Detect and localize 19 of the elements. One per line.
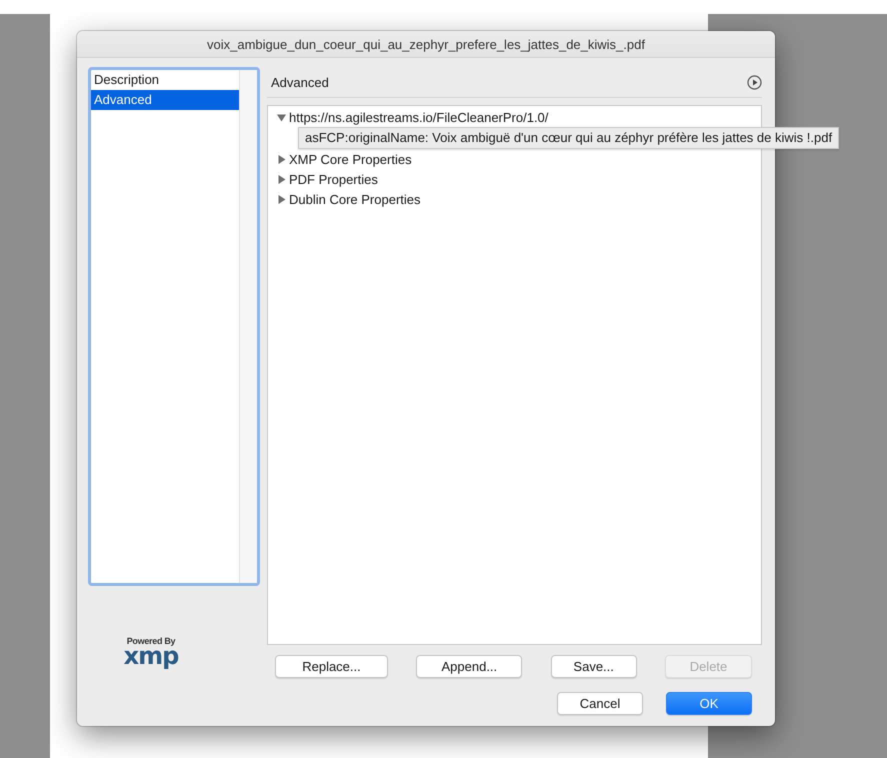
collapsed-triangle-icon[interactable] (277, 194, 286, 204)
cancel-button[interactable]: Cancel (557, 692, 643, 715)
tree-item[interactable]: PDF Properties (289, 172, 378, 186)
panel-title: Advanced (271, 74, 329, 90)
play-circle-icon[interactable] (747, 74, 762, 90)
expanded-triangle-icon[interactable] (277, 112, 286, 122)
window-title: voix_ambigue_dun_coeur_qui_au_zephyr_prefere_les_jattes_de_kiwis_.pdf (207, 36, 645, 52)
collapsed-triangle-icon[interactable] (277, 154, 286, 164)
tree-item[interactable]: https://ns.agilestreams.io/FileCleanerPro/1.0/ (289, 110, 548, 124)
tree-item[interactable]: XMP Core Properties (289, 152, 412, 166)
collapsed-triangle-icon[interactable] (277, 174, 286, 184)
action-button[interactable]: Replace... (275, 655, 388, 678)
action-button[interactable]: Save... (550, 655, 637, 678)
category-item[interactable]: Advanced (91, 90, 239, 110)
ok-button[interactable]: OK (666, 692, 752, 715)
category-item[interactable]: Description (91, 70, 239, 90)
tree-item[interactable]: Dublin Core Properties (289, 192, 421, 206)
action-button[interactable]: Append... (416, 655, 522, 678)
property-tooltip: asFCP:originalName: Voix ambiguë d'un cœur qui au zéphyr préfère les jattes de kiwis !.pdf (298, 127, 840, 149)
